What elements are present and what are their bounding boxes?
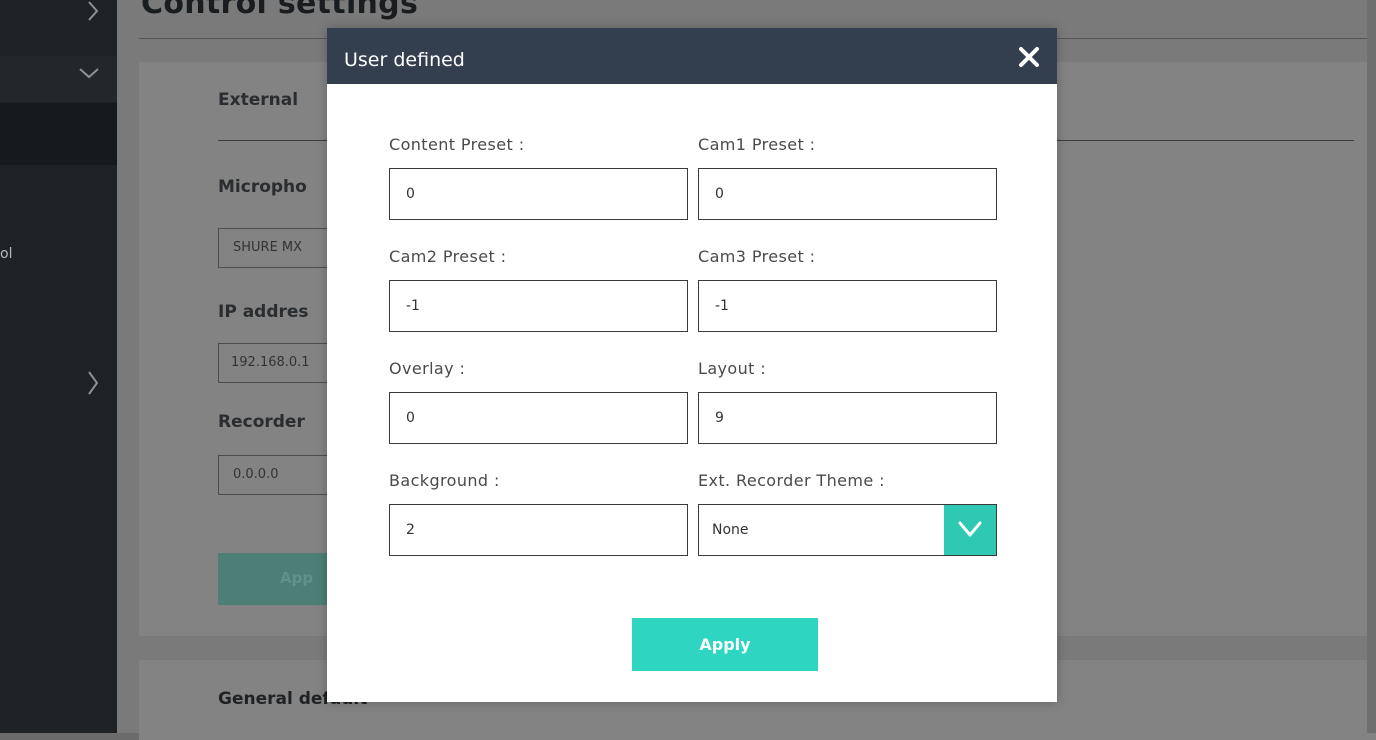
ext-recorder-theme-label: Ext. Recorder Theme : (698, 471, 885, 490)
cam2-preset-input[interactable] (389, 280, 688, 332)
ip-address-label: IP addres (218, 302, 309, 322)
sidebar: ol (0, 0, 117, 733)
ext-recorder-theme-value: None (712, 522, 749, 538)
dropdown-toggle[interactable] (944, 505, 996, 555)
background-label: Background : (389, 471, 500, 490)
apply-button[interactable]: Apply (632, 618, 818, 671)
cam3-preset-input[interactable] (698, 280, 997, 332)
content-preset-input[interactable] (389, 168, 688, 220)
page-title: Control settings (141, 0, 419, 21)
cam1-preset-input[interactable] (698, 168, 997, 220)
chevron-down-icon (958, 521, 982, 537)
cam3-preset-label: Cam3 Preset : (698, 247, 816, 266)
close-icon[interactable] (1016, 44, 1042, 70)
chevron-down-icon[interactable] (78, 66, 100, 80)
layout-label: Layout : (698, 359, 767, 378)
ext-recorder-theme-select[interactable]: None (698, 504, 997, 556)
chevron-right-icon[interactable] (86, 370, 100, 396)
background-input[interactable] (389, 504, 688, 556)
overlay-label: Overlay : (389, 359, 466, 378)
chevron-right-icon[interactable] (86, 0, 100, 22)
content-preset-label: Content Preset : (389, 135, 525, 154)
recorder-label: Recorder (218, 412, 305, 432)
section-heading: External (218, 90, 299, 110)
cam1-preset-label: Cam1 Preset : (698, 135, 816, 154)
sidebar-item-selected[interactable] (0, 103, 117, 165)
scrollbar[interactable] (1367, 0, 1376, 733)
overlay-input[interactable] (389, 392, 688, 444)
cam2-preset-label: Cam2 Preset : (389, 247, 507, 266)
user-defined-dialog: User defined Content Preset : Cam1 Prese… (327, 28, 1057, 702)
dialog-header: User defined (327, 28, 1057, 84)
microphone-label: Micropho (218, 177, 307, 197)
layout-input[interactable] (698, 392, 997, 444)
sidebar-item-label[interactable]: ol (0, 246, 12, 262)
dialog-title: User defined (344, 49, 465, 71)
